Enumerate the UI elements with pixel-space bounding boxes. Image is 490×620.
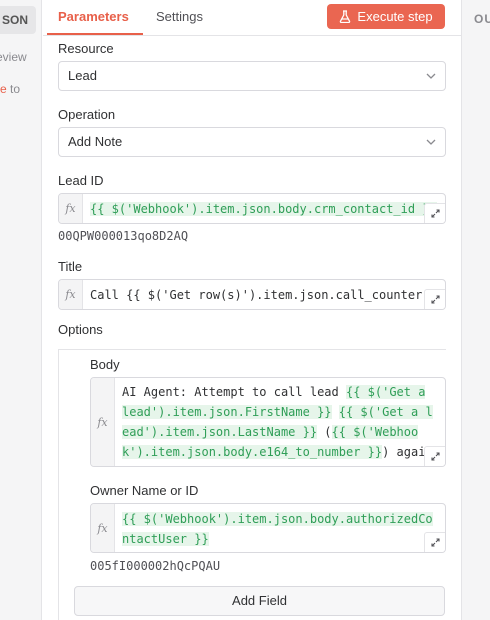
execute-step-button[interactable]: Execute step — [327, 4, 445, 29]
chevron-down-icon — [426, 139, 436, 145]
body-label: Body — [90, 357, 120, 372]
add-field-button[interactable]: Add Field — [74, 586, 445, 616]
lead-id-resolved-value: 00QPW000013qo8D2AQ — [58, 229, 189, 243]
title-label: Title — [58, 259, 83, 274]
open-expression-editor-icon[interactable] — [424, 289, 445, 309]
resource-select[interactable]: Lead — [58, 61, 446, 91]
input-note: e to — [0, 82, 20, 96]
title-prefix: Call — [90, 288, 127, 302]
tab-parameters[interactable]: Parameters — [58, 9, 129, 24]
json-view-button[interactable]: SON — [0, 6, 36, 34]
owner-label: Owner Name or ID — [90, 483, 199, 498]
lead-id-expression: {{ $('Webhook').item.json.body.crm_conta… — [90, 199, 439, 219]
output-panel: OU — [461, 0, 490, 620]
fx-icon: fx — [91, 378, 115, 466]
preview-text: eview — [0, 50, 27, 64]
tab-settings[interactable]: Settings — [156, 9, 203, 24]
title-expression: Call {{ $('Get row(s)').item.json.call_c… — [90, 285, 439, 305]
body-text-1: AI Agent: Attempt to call lead — [122, 385, 346, 399]
open-expression-editor-icon[interactable] — [424, 446, 445, 466]
tab-bar: Parameters Settings Execute step — [43, 0, 461, 36]
open-expression-editor-icon[interactable] — [424, 203, 445, 223]
active-tab-indicator — [47, 33, 143, 35]
body-text-2 — [332, 405, 339, 419]
parameters-panel: Parameters Settings Execute step Resourc… — [43, 0, 461, 620]
open-expression-editor-icon[interactable] — [424, 532, 445, 552]
lead-id-expression-value: {{ $('Webhook').item.json.body.crm_conta… — [90, 202, 437, 216]
lead-id-label: Lead ID — [58, 173, 104, 188]
operation-value: Add Note — [68, 134, 123, 149]
flask-icon — [340, 10, 351, 23]
title-expression-field[interactable]: fx Call {{ $('Get row(s)').item.json.cal… — [58, 279, 446, 310]
body-text-3: ( — [317, 425, 332, 439]
output-label: OU — [474, 12, 490, 26]
fx-icon: fx — [91, 504, 115, 552]
resource-label: Resource — [58, 41, 114, 56]
owner-expression-value: {{ $('Webhook').item.json.body.authorize… — [122, 512, 433, 546]
operation-label: Operation — [58, 107, 116, 122]
title-expression-value: {{ $('Get row(s)').item.json.call_counte… — [126, 288, 439, 302]
owner-expression-field[interactable]: fx {{ $('Webhook').item.json.body.author… — [90, 503, 446, 553]
body-expression-field[interactable]: fx AI Agent: Attempt to call lead {{ $('… — [90, 377, 446, 467]
fx-icon: fx — [59, 280, 83, 309]
options-label: Options — [58, 322, 103, 337]
fx-icon: fx — [59, 194, 83, 223]
operation-select[interactable]: Add Note — [58, 127, 446, 157]
input-note-highlight[interactable]: e — [0, 82, 7, 96]
owner-resolved-value: 005fI000002hQcPQAU — [90, 559, 221, 573]
body-expression: AI Agent: Attempt to call lead {{ $('Get… — [122, 382, 439, 466]
resource-value: Lead — [68, 68, 97, 83]
input-note-rest: to — [6, 82, 21, 96]
execute-step-label: Execute step — [357, 9, 433, 24]
lead-id-expression-field[interactable]: fx {{ $('Webhook').item.json.body.crm_co… — [58, 193, 446, 224]
chevron-down-icon — [426, 73, 436, 79]
input-panel: SON eview e to — [0, 0, 42, 620]
node-editor: SON eview e to OU Parameters Settings Ex… — [0, 0, 490, 620]
owner-expression: {{ $('Webhook').item.json.body.authorize… — [122, 509, 439, 549]
